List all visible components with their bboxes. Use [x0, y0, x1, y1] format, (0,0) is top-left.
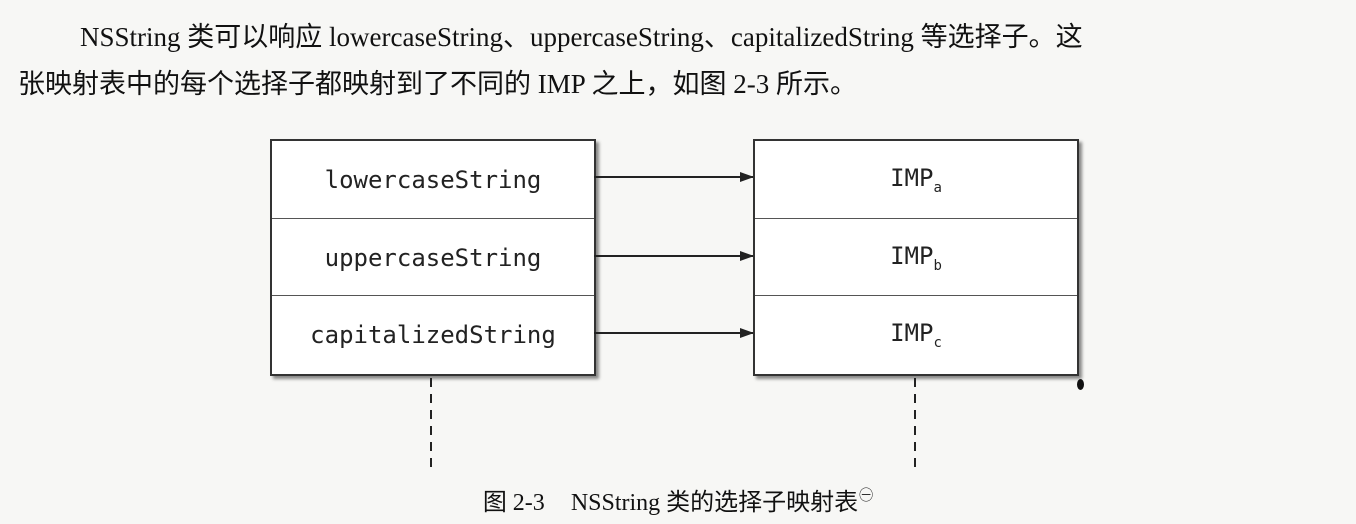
figure-number: 图 2-3 [482, 490, 545, 516]
ink-dot [1077, 379, 1084, 390]
footnote-mark: ㊀ [859, 489, 874, 504]
diagram-connectors [430, 172, 916, 474]
figure-caption: 图 2-3 NSString 类的选择子映射表㊀ [0, 482, 1356, 517]
caption-text: NSString 类的选择子映射表 [570, 490, 859, 516]
